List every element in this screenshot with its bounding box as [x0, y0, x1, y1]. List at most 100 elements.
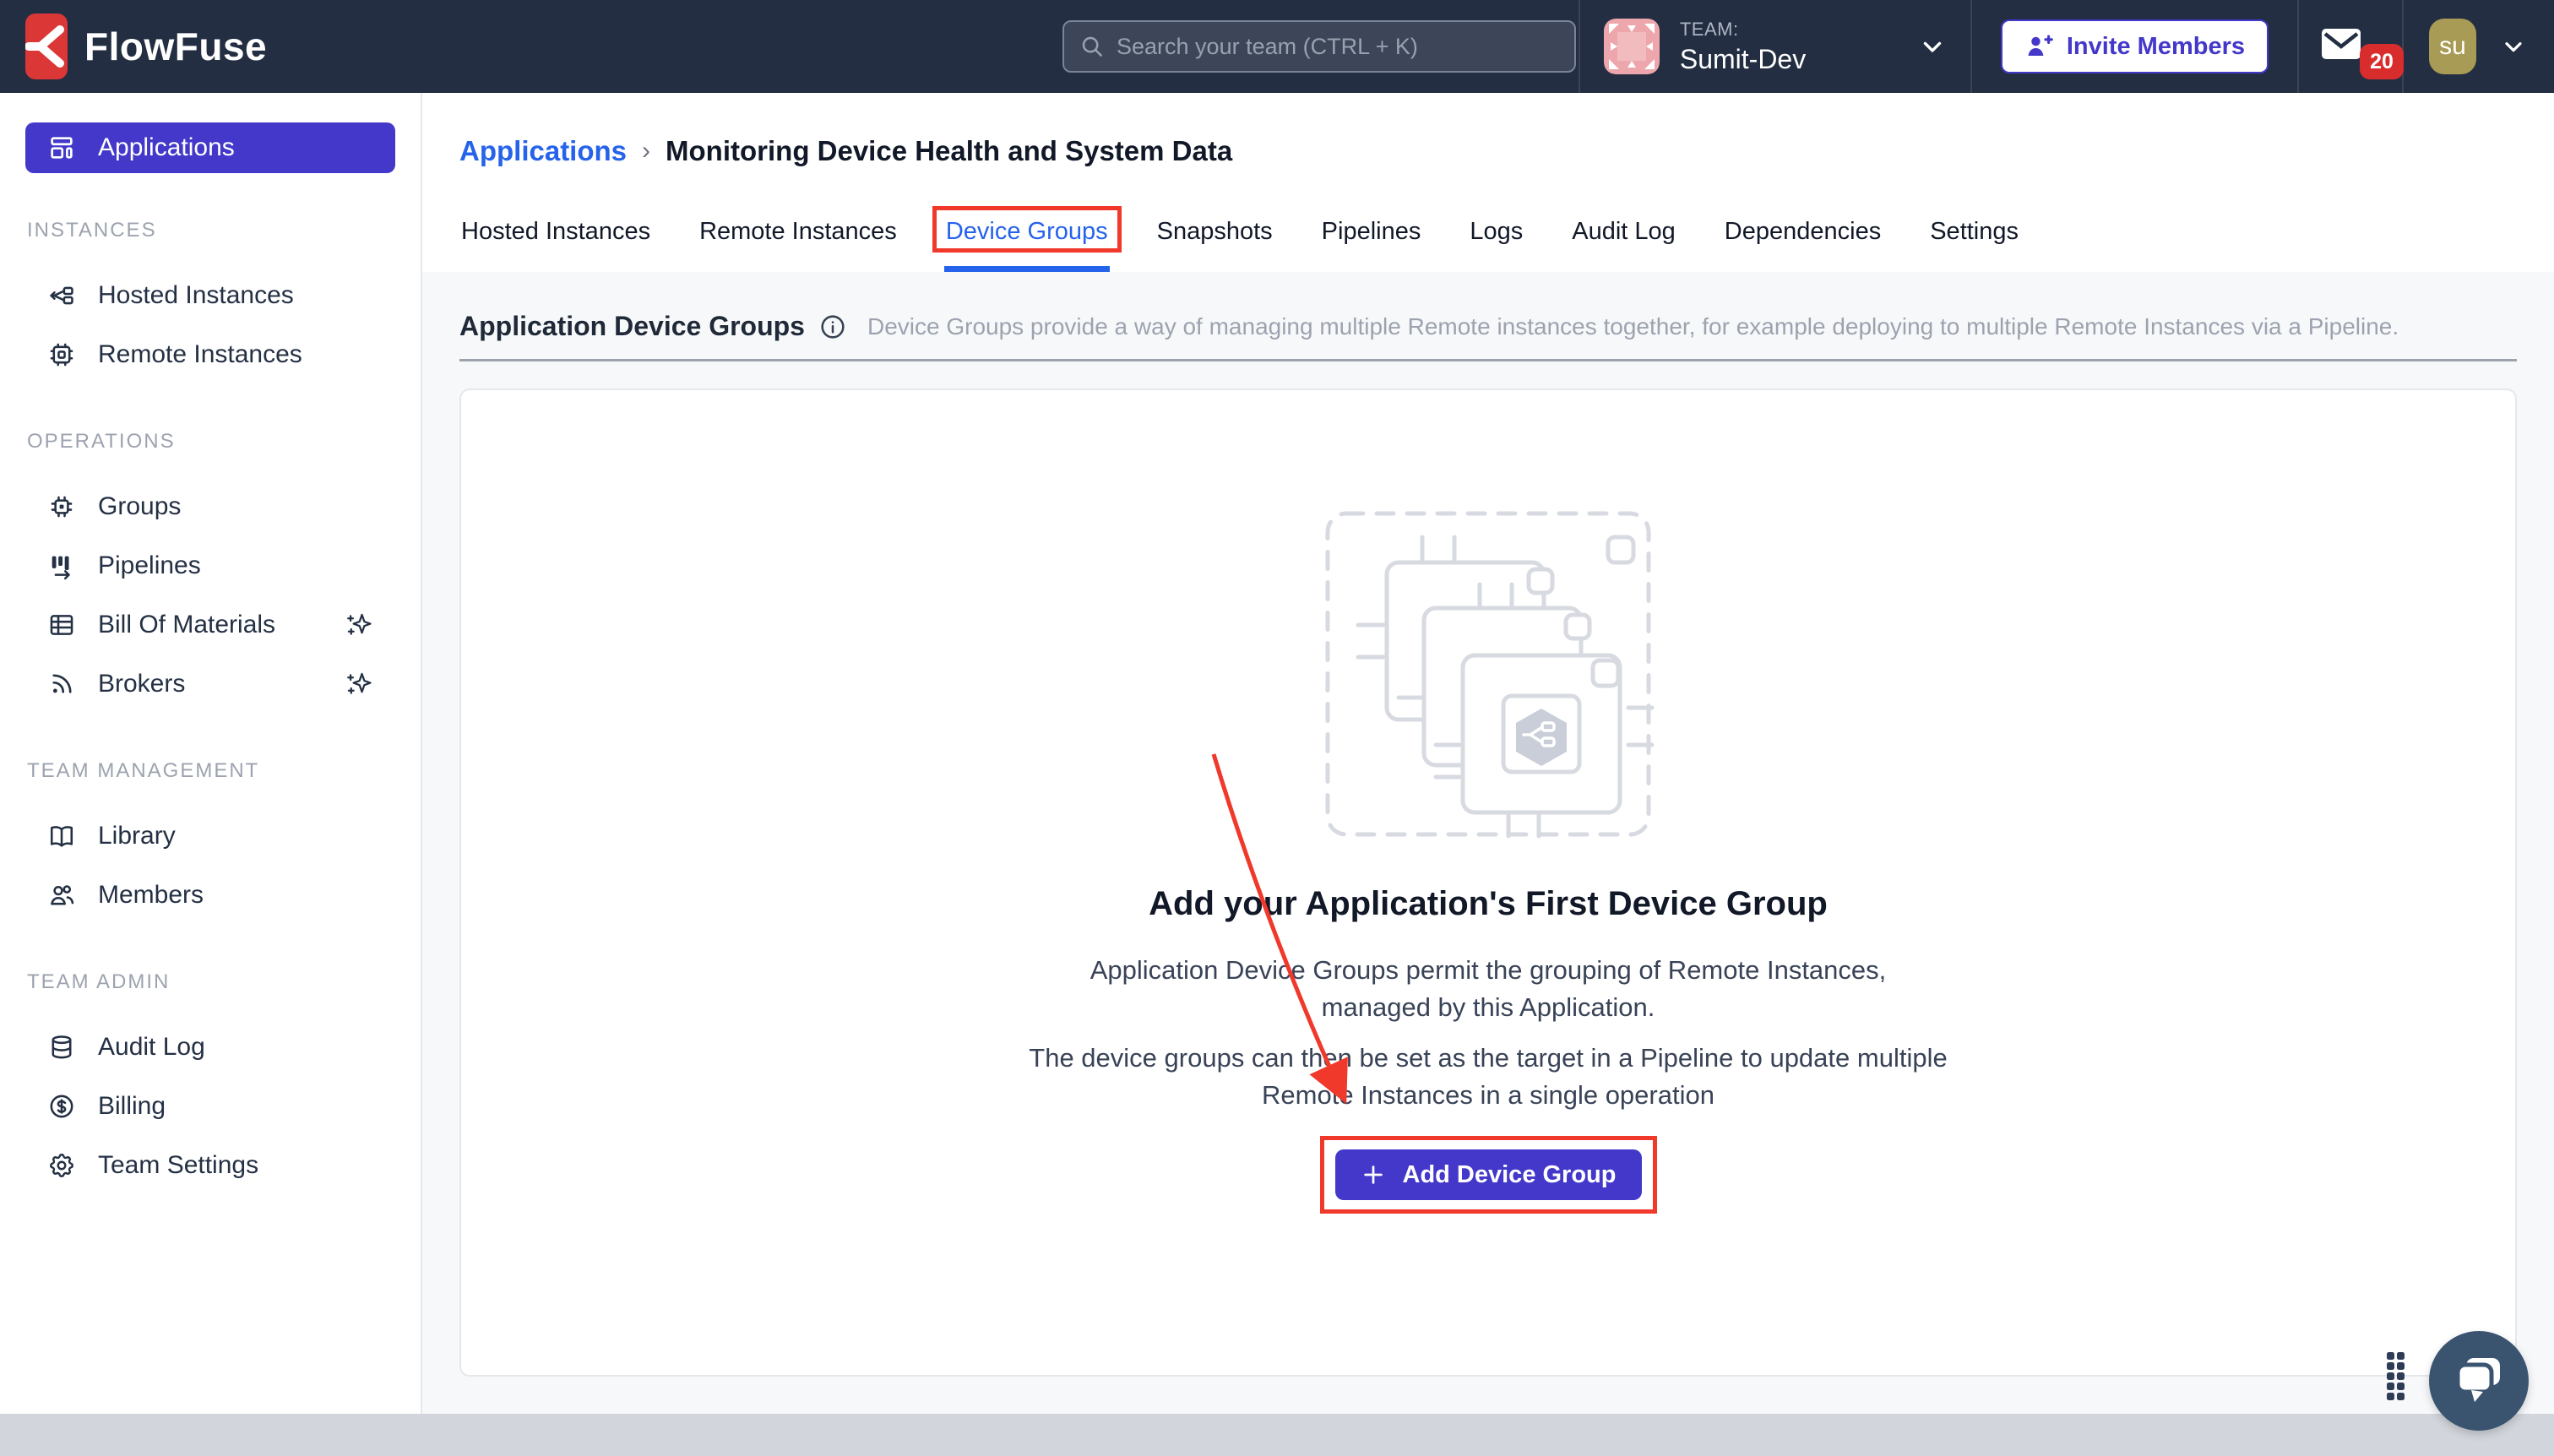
sidebar-item-pipelines[interactable]: Pipelines — [25, 536, 395, 595]
sidebar-item-members[interactable]: Members — [25, 866, 395, 925]
add-device-group-button[interactable]: Add Device Group — [1335, 1149, 1642, 1200]
section-divider — [459, 359, 2517, 361]
add-device-group-area: Add Device Group — [1335, 1149, 1642, 1200]
section-title: Application Device Groups — [459, 311, 805, 342]
section-title: INSTANCES — [0, 219, 421, 242]
notification-count-badge: 20 — [2360, 44, 2404, 79]
notifications-button[interactable]: 20 — [2299, 0, 2402, 93]
breadcrumb-separator: › — [642, 137, 650, 166]
add-device-group-label: Add Device Group — [1403, 1161, 1617, 1189]
sparkles-icon — [345, 611, 373, 639]
section-title: TEAM ADMIN — [0, 970, 421, 994]
flowfuse-app: FlowFuse TEAM: Sumit — [0, 0, 2554, 1456]
flowfuse-logo-icon — [25, 14, 68, 79]
sidebar-item-audit-log[interactable]: Audit Log — [25, 1018, 395, 1077]
empty-state-paragraph-1: Application Device Groups permit the gro… — [1066, 952, 1910, 1026]
remote-instances-icon — [47, 340, 76, 369]
section-title: TEAM MANAGEMENT — [0, 759, 421, 783]
sidebar-item-library[interactable]: Library — [25, 807, 395, 866]
chat-widget-button[interactable] — [2429, 1331, 2529, 1431]
sidebar-item-remote-instances[interactable]: Remote Instances — [25, 325, 395, 384]
user-add-icon — [2024, 32, 2053, 61]
sidebar-item-label: Billing — [98, 1092, 166, 1121]
applications-icon — [47, 133, 76, 162]
billing-icon — [47, 1092, 76, 1121]
sidebar-item-applications[interactable]: Applications — [25, 122, 395, 173]
pipelines-icon — [47, 551, 76, 580]
groups-icon — [47, 492, 76, 521]
sidebar-item-groups[interactable]: Groups — [25, 477, 395, 536]
user-menu[interactable]: su — [2404, 0, 2529, 93]
team-settings-icon — [47, 1151, 76, 1180]
brokers-icon — [47, 670, 76, 698]
team-search[interactable] — [1062, 20, 1576, 73]
team-meta: TEAM: Sumit-Dev — [1680, 19, 1806, 75]
section-title: OPERATIONS — [0, 430, 421, 454]
sidebar-item-label: Groups — [98, 492, 181, 521]
bill-of-materials-icon — [47, 611, 76, 639]
tab-device-groups-label: Device Groups — [946, 218, 1108, 245]
sidebar-item-bill-of-materials[interactable]: Bill Of Materials — [25, 595, 395, 655]
sidebar-item-label: Audit Log — [98, 1033, 205, 1062]
sidebar-item-label: Team Settings — [98, 1151, 258, 1180]
tab-logs[interactable]: Logs — [1468, 218, 1524, 272]
breadcrumb: Applications › Monitoring Device Health … — [459, 135, 2517, 167]
flowfuse-logo[interactable]: FlowFuse — [25, 14, 267, 79]
sidebar-item-label: Brokers — [98, 670, 185, 698]
search-input[interactable] — [1117, 34, 1559, 60]
team-label: TEAM: — [1680, 19, 1806, 41]
team-name: Sumit-Dev — [1680, 44, 1806, 75]
sidebar-item-label: Bill Of Materials — [98, 611, 275, 639]
sidebar-section-team-admin: TEAM ADMIN Audit Log B — [0, 970, 421, 1195]
tab-remote-instances[interactable]: Remote Instances — [698, 218, 899, 272]
tab-pipelines[interactable]: Pipelines — [1320, 218, 1423, 272]
sidebar-item-label: Applications — [98, 133, 235, 162]
sidebar-section-operations: OPERATIONS Groups — [0, 430, 421, 714]
sidebar-section-instances: INSTANCES Hosted Instances — [0, 219, 421, 384]
invite-members-button[interactable]: Invite Members — [2001, 19, 2269, 73]
tab-settings[interactable]: Settings — [1928, 218, 2020, 272]
section-header: Application Device Groups Device Groups … — [459, 311, 2517, 342]
library-icon — [47, 822, 76, 850]
empty-state-paragraph-2: The device groups can then be set as the… — [1024, 1040, 1953, 1114]
tab-dependencies[interactable]: Dependencies — [1723, 218, 1883, 272]
breadcrumb-applications-link[interactable]: Applications — [459, 135, 627, 167]
tab-device-groups[interactable]: Device Groups — [944, 218, 1110, 272]
team-avatar — [1604, 19, 1660, 74]
device-groups-content: Application Device Groups Device Groups … — [422, 272, 2554, 1414]
empty-state-title: Add your Application's First Device Grou… — [1149, 885, 1828, 923]
sidebar-item-label: Members — [98, 881, 204, 910]
sidebar-item-hosted-instances[interactable]: Hosted Instances — [25, 266, 395, 325]
plus-icon — [1361, 1162, 1386, 1187]
invite-segment: Invite Members — [1972, 0, 2297, 93]
device-group-illustration — [1321, 507, 1655, 841]
search-icon — [1079, 34, 1105, 59]
nav-right-cluster: TEAM: Sumit-Dev Invite Members — [1579, 0, 2529, 93]
team-selector[interactable]: TEAM: Sumit-Dev — [1580, 0, 1970, 93]
chevron-down-icon — [2500, 33, 2527, 60]
empty-state-card: Add your Application's First Device Grou… — [459, 388, 2517, 1377]
window-bottom-strip — [0, 1414, 2554, 1456]
tab-hosted-instances[interactable]: Hosted Instances — [459, 218, 652, 272]
application-header: Applications › Monitoring Device Health … — [422, 93, 2554, 272]
chevron-down-icon — [1918, 32, 1947, 61]
sidebar-item-brokers[interactable]: Brokers — [25, 655, 395, 714]
sidebar-item-label: Library — [98, 822, 176, 850]
info-icon[interactable] — [818, 312, 847, 341]
logo-text: FlowFuse — [84, 24, 267, 69]
mail-icon — [2322, 29, 2361, 59]
sidebar: Applications INSTANCES Hosted Instances — [0, 93, 422, 1414]
top-nav: FlowFuse TEAM: Sumit — [0, 0, 2554, 93]
user-avatar: su — [2429, 19, 2476, 74]
invite-members-label: Invite Members — [2067, 33, 2245, 61]
sidebar-item-billing[interactable]: Billing — [25, 1077, 395, 1136]
tab-audit-log[interactable]: Audit Log — [1570, 218, 1677, 272]
page-title: Monitoring Device Health and System Data — [666, 135, 1232, 167]
drag-handle-dots[interactable] — [2387, 1352, 2405, 1400]
sidebar-item-team-settings[interactable]: Team Settings — [25, 1136, 395, 1195]
members-icon — [47, 881, 76, 910]
section-description: Device Groups provide a way of managing … — [867, 313, 2399, 340]
sparkles-icon — [345, 670, 373, 698]
tab-snapshots[interactable]: Snapshots — [1155, 218, 1274, 272]
sidebar-item-label: Hosted Instances — [98, 281, 294, 310]
